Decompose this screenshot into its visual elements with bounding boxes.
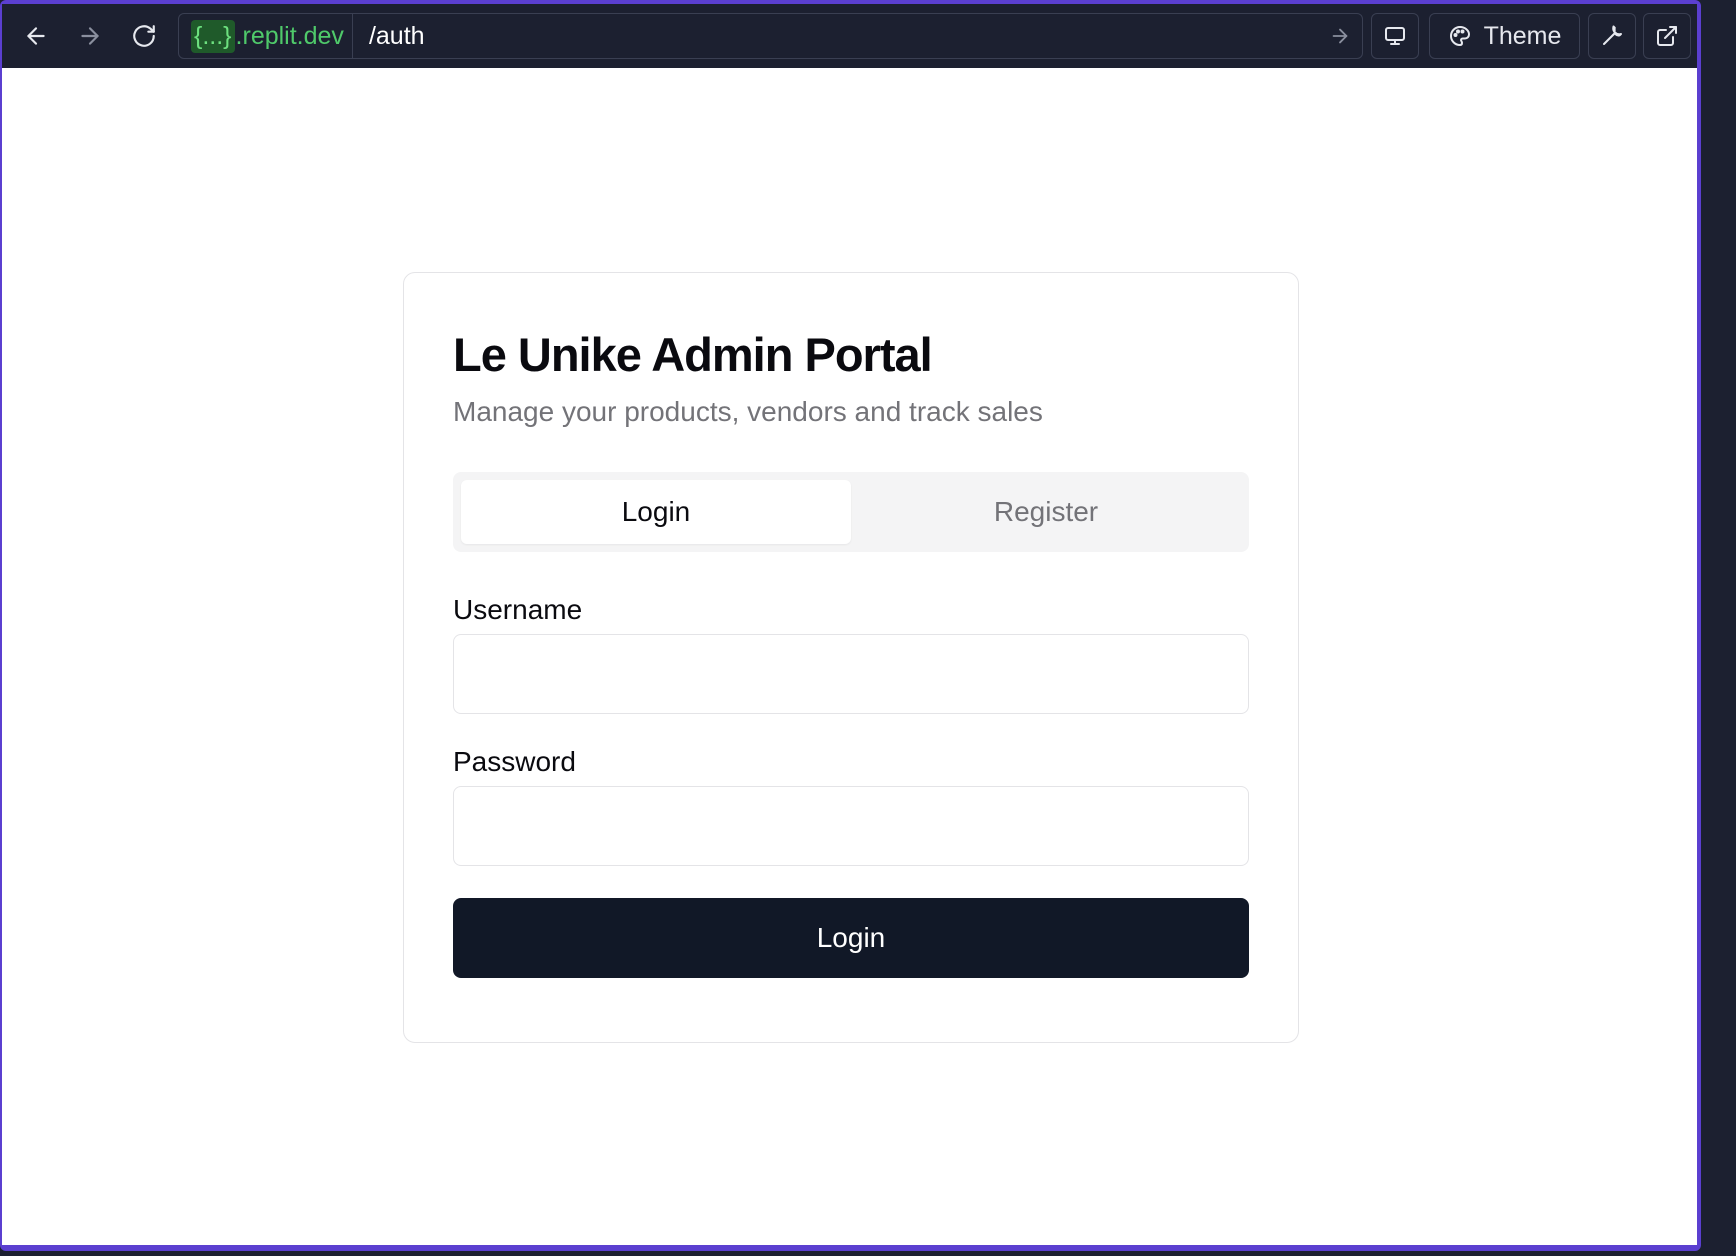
auth-card: Le Unike Admin Portal Manage your produc… xyxy=(403,272,1299,1043)
password-label: Password xyxy=(453,746,576,777)
username-label: Username xyxy=(453,594,583,625)
theme-label: Theme xyxy=(1483,21,1562,50)
browser-frame: {...}.replit.dev Theme Le Unike Admin Po… xyxy=(0,0,1701,1251)
refresh-icon xyxy=(133,25,155,47)
auth-tabs: Login Register xyxy=(453,472,1249,552)
page-subtitle: Manage your products, vendors and track … xyxy=(453,396,1043,427)
back-button[interactable] xyxy=(14,14,58,58)
arrow-left-icon xyxy=(27,27,45,45)
open-external-button[interactable] xyxy=(1643,13,1691,59)
tab-register[interactable]: Register xyxy=(851,480,1241,544)
page-viewport: Le Unike Admin Portal Manage your produc… xyxy=(2,68,1697,1245)
forward-button[interactable] xyxy=(68,14,112,58)
login-submit-button[interactable]: Login xyxy=(453,898,1249,978)
go-button[interactable] xyxy=(1318,25,1362,47)
url-path-input[interactable] xyxy=(352,21,1318,51)
tools-button[interactable] xyxy=(1588,13,1636,59)
password-field[interactable] xyxy=(453,786,1249,866)
arrow-right-icon xyxy=(81,27,99,45)
page-title: Le Unike Admin Portal xyxy=(453,328,933,381)
external-link-icon xyxy=(1657,26,1677,46)
username-field[interactable] xyxy=(453,634,1249,714)
palette-icon xyxy=(1449,26,1470,46)
url-domain-braces: {...} xyxy=(191,19,235,53)
monitor-icon xyxy=(1385,27,1405,45)
theme-button[interactable]: Theme xyxy=(1429,13,1580,59)
address-bar[interactable]: {...} .replit.dev xyxy=(178,13,1363,59)
arrow-right-icon xyxy=(1332,28,1348,44)
devices-button[interactable] xyxy=(1371,13,1419,59)
url-domain-suffix: .replit.dev xyxy=(235,21,344,50)
window-edge xyxy=(1701,0,1736,1256)
url-domain: {...} .replit.dev xyxy=(179,14,353,58)
reload-button[interactable] xyxy=(122,14,166,58)
browser-toolbar: {...}.replit.dev Theme xyxy=(2,4,1697,68)
tab-login[interactable]: Login xyxy=(461,480,851,544)
wrench-icon xyxy=(1603,25,1622,45)
